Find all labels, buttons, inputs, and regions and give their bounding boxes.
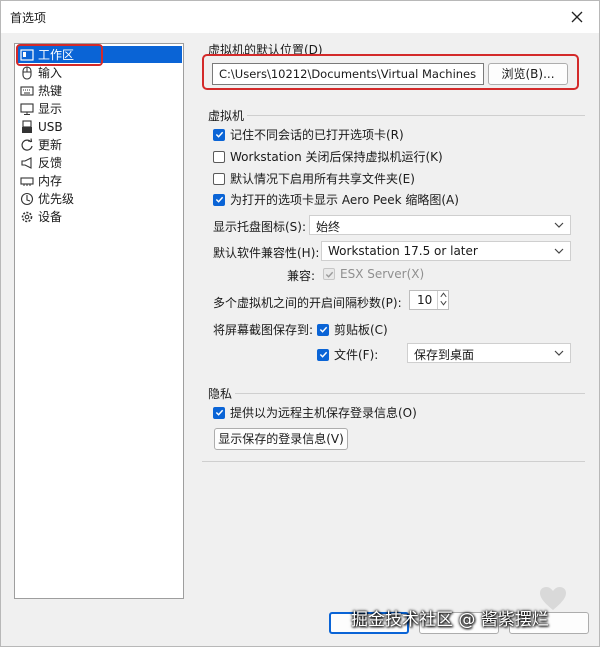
nav-item-input[interactable]: 输入 (18, 64, 182, 81)
gear-icon (20, 210, 34, 224)
priority-icon (20, 192, 34, 206)
close-button[interactable] (563, 4, 591, 30)
save-login-checkbox[interactable] (213, 406, 225, 419)
nav-item-label: 输入 (38, 66, 63, 80)
esx-server-label: ESX Server(X) (340, 267, 425, 281)
aero-peek-label: 为打开的选项卡显示 Aero Peek 缩略图(A) (230, 193, 459, 207)
interval-label: 多个虚拟机之间的开启间隔秒数(P): (213, 296, 402, 310)
nav-item-label: 优先级 (38, 192, 75, 206)
file-target-value: 保存到桌面 (414, 348, 475, 362)
remember-tabs-checkbox[interactable] (213, 128, 225, 141)
default-location-label: 虚拟机的默认位置(D) (208, 43, 323, 57)
chevron-down-icon (554, 222, 564, 228)
nav-item-feedback[interactable]: 反馈 (18, 154, 182, 171)
chevron-down-icon[interactable] (439, 299, 448, 307)
shared-folders-label: 默认情况下启用所有共享文件夹(E) (230, 172, 415, 186)
mouse-icon (20, 65, 34, 80)
nav-item-workspace[interactable]: 工作区 (18, 46, 182, 63)
refresh-icon (20, 137, 34, 152)
ok-button[interactable] (329, 612, 409, 634)
chevron-down-icon (554, 350, 564, 356)
nav-item-hotkeys[interactable]: 热键 (18, 82, 182, 99)
clipboard-checkbox[interactable] (317, 323, 329, 336)
clipboard-label: 剪贴板(C) (334, 323, 388, 337)
nav-item-label: 显示 (38, 102, 63, 116)
preferences-dialog: 首选项 工作区 输入 热键 显示 USB 更新 反馈 内存 优先级 设备 虚拟机… (0, 0, 600, 647)
interval-value: 10 (417, 293, 433, 307)
nav-item-updates[interactable]: 更新 (18, 136, 182, 153)
remember-tabs-option[interactable]: 记住不同会话的已打开选项卡(R) (213, 126, 404, 143)
privacy-group-border (235, 393, 585, 394)
keep-running-label: Workstation 关闭后保持虚拟机运行(K) (230, 150, 443, 164)
nav-item-label: 工作区 (38, 48, 75, 62)
usb-icon (20, 119, 34, 134)
nav-item-devices[interactable]: 设备 (18, 208, 182, 225)
esx-server-checkbox (323, 268, 335, 280)
save-login-label: 提供以为远程主机保存登录信息(O) (230, 406, 417, 420)
privacy-section-label: 隐私 (208, 387, 233, 401)
title-bar: 首选项 (1, 1, 599, 33)
nav-item-label: 更新 (38, 138, 63, 152)
esx-server-option: ESX Server(X) (323, 267, 424, 281)
help-button[interactable] (509, 612, 589, 634)
megaphone-icon (20, 156, 34, 170)
category-list[interactable]: 工作区 输入 热键 显示 USB 更新 反馈 内存 优先级 设备 (14, 43, 184, 599)
shared-folders-option[interactable]: 默认情况下启用所有共享文件夹(E) (213, 170, 415, 187)
compat-label: 默认软件兼容性(H): (213, 246, 320, 260)
nav-item-label: 热键 (38, 84, 63, 98)
aero-peek-checkbox[interactable] (213, 193, 225, 206)
memory-icon (20, 174, 34, 188)
default-location-input[interactable]: C:\Users\10212\Documents\Virtual Machine… (212, 63, 484, 85)
cancel-button[interactable] (419, 612, 499, 634)
chevron-down-icon (554, 248, 564, 254)
file-checkbox[interactable] (317, 348, 329, 361)
spinner-arrows[interactable] (437, 291, 448, 309)
nav-item-priority[interactable]: 优先级 (18, 190, 182, 207)
workspace-icon (20, 48, 34, 62)
nav-item-display[interactable]: 显示 (18, 100, 182, 117)
compat-select[interactable]: Workstation 17.5 or later (321, 241, 571, 261)
close-icon (571, 11, 583, 23)
shared-folders-checkbox[interactable] (213, 172, 225, 185)
tray-icon-value: 始终 (316, 220, 341, 234)
compat-value: Workstation 17.5 or later (328, 244, 478, 258)
monitor-icon (20, 102, 34, 116)
nav-item-label: 设备 (38, 210, 63, 224)
nav-item-label: 内存 (38, 174, 63, 188)
nav-item-label: 反馈 (38, 156, 63, 170)
file-target-select[interactable]: 保存到桌面 (407, 343, 571, 363)
interval-spinner[interactable]: 10 (409, 290, 449, 310)
tray-icon-label: 显示托盘图标(S): (213, 220, 307, 234)
keyboard-icon (20, 84, 34, 98)
show-saved-login-button[interactable]: 显示保存的登录信息(V) (214, 428, 348, 450)
nav-item-memory[interactable]: 内存 (18, 172, 182, 189)
browse-button[interactable]: 浏览(B)... (488, 63, 568, 85)
nav-item-usb[interactable]: USB (18, 118, 182, 135)
nav-item-label: USB (38, 119, 63, 134)
compat-sub-label: 兼容: (287, 269, 316, 283)
keep-running-option[interactable]: Workstation 关闭后保持虚拟机运行(K) (213, 148, 443, 165)
window-title: 首选项 (10, 11, 47, 25)
keep-running-checkbox[interactable] (213, 150, 225, 163)
privacy-group-bottom (202, 461, 585, 462)
heart-icon (540, 587, 566, 610)
vm-section-label: 虚拟机 (208, 109, 245, 123)
remember-tabs-label: 记住不同会话的已打开选项卡(R) (230, 128, 404, 142)
screenshot-save-label: 将屏幕截图保存到: (213, 323, 314, 337)
vm-group-border (247, 115, 585, 116)
chevron-up-icon[interactable] (439, 291, 448, 299)
file-option[interactable]: 文件(F): (317, 346, 378, 363)
file-label: 文件(F): (334, 348, 379, 362)
clipboard-option[interactable]: 剪贴板(C) (317, 321, 388, 338)
save-login-option[interactable]: 提供以为远程主机保存登录信息(O) (213, 404, 417, 421)
aero-peek-option[interactable]: 为打开的选项卡显示 Aero Peek 缩略图(A) (213, 191, 459, 208)
tray-icon-select[interactable]: 始终 (309, 215, 571, 235)
